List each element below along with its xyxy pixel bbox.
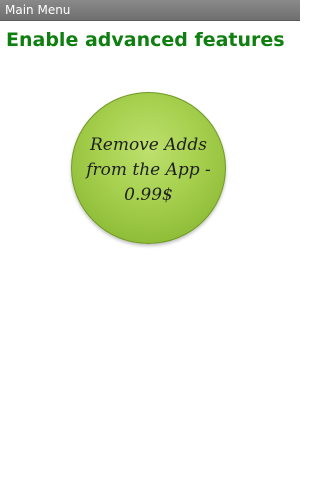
remove-ads-button-label: Remove Adds from the App - 0.99$	[86, 135, 211, 205]
remove-ads-button[interactable]: Remove Adds from the App - 0.99$	[71, 92, 226, 244]
title-bar-title: Main Menu	[5, 3, 71, 17]
title-bar: Main Menu	[0, 0, 300, 21]
page-heading: Enable advanced features	[6, 29, 285, 51]
app-screen: Main Menu Enable advanced features Remov…	[0, 0, 300, 500]
